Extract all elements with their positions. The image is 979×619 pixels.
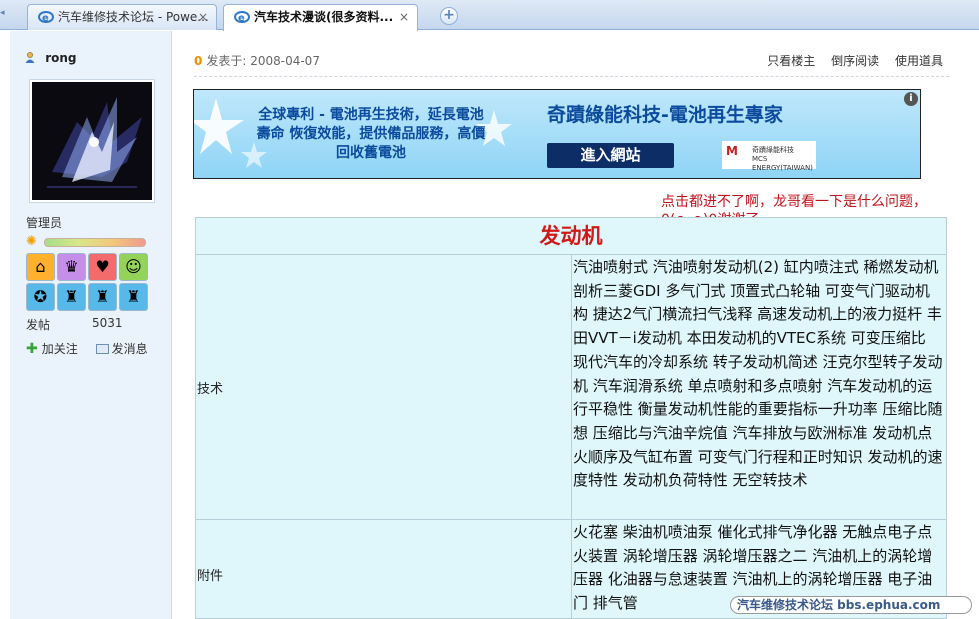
logo-text: 奇蹟綠能科技 xyxy=(752,146,794,154)
user-sidebar: rong 管理员 ✺ ⌂ ♛ ♥ ☺ ✪ ♜ ♜ ♜ 发帖 5031 ✚ 加关注… xyxy=(10,31,172,619)
row-label-text: 技术 xyxy=(197,381,224,397)
ie-icon: e xyxy=(38,11,54,24)
mail-icon xyxy=(95,344,109,354)
watermark: 汽车维修技术论坛 bbs.ephua.com xyxy=(730,596,972,614)
ad-banner[interactable]: 全球專利 - 電池再生技術，延長電池壽命 恢復效能，提供備品服務，高價回收舊電池… xyxy=(193,89,921,179)
post-count: 发帖 5031 xyxy=(26,316,123,333)
heart-medal-icon[interactable]: ♥ xyxy=(88,253,117,281)
svg-text:e: e xyxy=(238,13,245,24)
avatar[interactable] xyxy=(29,79,155,203)
table-row: 技术 汽油喷射式 汽油喷射发动机(2) 缸内喷注式 稀燃发动机 剖析三菱GDI … xyxy=(196,255,946,520)
post-count-value: 5031 xyxy=(92,316,123,330)
logo-subtext: MCS ENERGY(TAIWAN) xyxy=(752,155,813,172)
row-label: 附件 xyxy=(196,520,572,618)
ad-description: 全球專利 - 電池再生技術，延長電池壽命 恢復效能，提供備品服務，高價回收舊電池 xyxy=(256,107,486,161)
post-count-label: 发帖 xyxy=(26,318,51,332)
level-bar: ✺ xyxy=(26,234,148,249)
post-meta: 0 发表于: 2008-04-07 xyxy=(194,52,320,69)
post-tools: 只看楼主 倒序阅读 使用道具 xyxy=(755,52,943,69)
user-role: 管理员 xyxy=(26,216,63,230)
level-progress xyxy=(44,238,146,247)
avatar-image xyxy=(32,82,152,200)
browser-window: ◂ e 汽车维修技术论坛 - Powe... × e 汽车技术漫谈(很多资料..… xyxy=(0,0,979,619)
new-tab-button[interactable]: + xyxy=(440,7,458,25)
ad-title: 奇蹟綠能科技-電池再生專家 xyxy=(547,104,783,126)
tab-bar: ◂ e 汽车维修技术论坛 - Powe... × e 汽车技术漫谈(很多资料..… xyxy=(0,0,979,31)
trophy-medal-icon[interactable]: ♜ xyxy=(57,283,86,311)
medal-list: ⌂ ♛ ♥ ☺ ✪ ♜ ♜ ♜ xyxy=(26,253,158,313)
only-author-link[interactable]: 只看楼主 xyxy=(767,54,815,68)
sun-icon: ✺ xyxy=(26,234,37,249)
crown-medal-icon[interactable]: ♛ xyxy=(57,253,86,281)
divider xyxy=(194,76,949,77)
use-item-link[interactable]: 使用道具 xyxy=(895,54,943,68)
logo-mark-icon: M xyxy=(726,144,738,158)
home-medal-icon[interactable]: ⌂ xyxy=(26,253,55,281)
follow-label: 加关注 xyxy=(41,342,78,356)
floor-number: 0 xyxy=(194,54,203,68)
plus-icon: ✚ xyxy=(26,341,38,357)
close-tab-icon[interactable]: × xyxy=(198,5,208,29)
tab-title: 汽车技术漫谈(很多资料... xyxy=(254,10,394,24)
ad-enter-button[interactable]: 進入網站 xyxy=(547,143,674,168)
smiley-medal-icon[interactable]: ☺ xyxy=(119,253,148,281)
reverse-order-link[interactable]: 倒序阅读 xyxy=(831,54,879,68)
tab-auto-tech[interactable]: e 汽车技术漫谈(很多资料... × xyxy=(223,4,418,31)
user-icon xyxy=(25,52,35,63)
message-button[interactable]: 发消息 xyxy=(95,340,148,357)
row-label-text: 附件 xyxy=(197,569,224,584)
row-content[interactable]: 汽油喷射式 汽油喷射发动机(2) 缸内喷注式 稀燃发动机 剖析三菱GDI 多气门… xyxy=(573,255,946,493)
ad-logo: M 奇蹟綠能科技 MCS ENERGY(TAIWAN) xyxy=(722,141,816,172)
svg-text:e: e xyxy=(42,13,49,24)
tab-forum-home[interactable]: e 汽车维修技术论坛 - Powe... × xyxy=(27,4,217,30)
username[interactable]: rong xyxy=(45,51,76,65)
tab-title: 汽车维修技术论坛 - Powe... xyxy=(58,10,209,24)
trophy-medal-icon[interactable]: ♜ xyxy=(88,283,117,311)
follow-button[interactable]: ✚ 加关注 xyxy=(26,340,78,357)
user-actions: ✚ 加关注 发消息 xyxy=(26,340,148,357)
close-tab-icon[interactable]: × xyxy=(399,5,409,29)
row-label: 技术 xyxy=(196,255,572,519)
message-label: 发消息 xyxy=(111,342,148,356)
tab-scroll-left-icon[interactable]: ◂ xyxy=(0,8,10,22)
ie-icon: e xyxy=(234,11,250,24)
user-name-row: rong xyxy=(25,51,76,65)
ad-info-icon[interactable]: i xyxy=(904,92,918,106)
trophy-medal-icon[interactable]: ♜ xyxy=(119,283,148,311)
post-date: 发表于: 2008-04-07 xyxy=(206,54,320,68)
content-table: 发动机 技术 汽油喷射式 汽油喷射发动机(2) 缸内喷注式 稀燃发动机 剖析三菱… xyxy=(195,217,947,619)
ribbon-medal-icon[interactable]: ✪ xyxy=(26,283,55,311)
table-heading: 发动机 xyxy=(196,218,946,255)
